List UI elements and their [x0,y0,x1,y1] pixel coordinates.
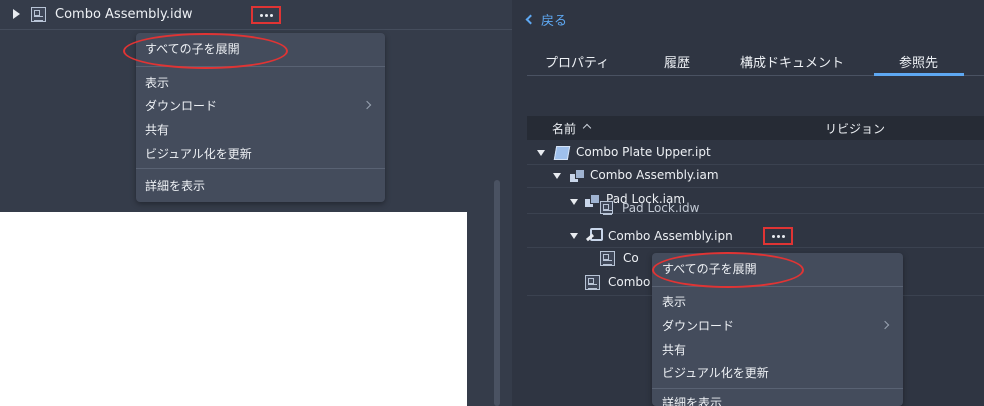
dot-icon [264,13,268,17]
tab-properties[interactable]: プロパティ [545,52,609,71]
table-row[interactable]: Combo Assembly.iam [527,164,984,188]
back-label: 戻る [541,14,568,29]
more-options-button[interactable] [763,227,793,245]
tab-history[interactable]: 履歴 [664,52,690,71]
blank-area [0,212,467,406]
chevron-left-icon [525,14,536,25]
table-row[interactable]: Combo Assembly.ipn [527,224,984,248]
menu-item-share[interactable]: 共有 [662,341,686,358]
more-options-button[interactable] [251,6,281,24]
chevron-right-icon [362,100,372,110]
drawing-file-icon [600,201,613,215]
dot-icon [771,234,775,238]
column-revision-header[interactable]: リビジョン [825,120,885,137]
expand-arrow-icon[interactable] [570,233,578,239]
scrollbar-thumb[interactable] [494,180,500,406]
menu-item-update-visualization[interactable]: ビジュアル化を更新 [145,145,252,162]
menu-divider [136,168,385,169]
row-label: Combo Plate Upper.ipt [576,145,711,159]
dot-icon [259,13,263,17]
drawing-file-icon [31,7,46,22]
tab-bar: プロパティ 履歴 構成ドキュメント 参照先 [527,44,984,76]
table-header: 名前 リビジョン [527,116,984,140]
highlight-ellipse [652,252,804,288]
expand-arrow-icon[interactable] [553,173,561,179]
drawing-file-icon [600,251,615,266]
expand-arrow-icon[interactable] [13,9,20,19]
dot-icon [781,234,785,238]
menu-item-share[interactable]: 共有 [145,121,169,138]
table-row[interactable]: Combo Plate Upper.ipt [527,141,984,165]
menu-item-download[interactable]: ダウンロード [145,97,217,114]
tab-components[interactable]: 構成ドキュメント [740,52,844,71]
active-tab-indicator [874,73,964,76]
menu-item-download[interactable]: ダウンロード [662,317,734,334]
menu-item-show-details[interactable]: 詳細を表示 [145,177,205,194]
row-label: Pad Lock.idw [622,201,700,215]
table-row[interactable]: Pad Lock.iam Pad Lock.idw [527,190,984,215]
sort-ascending-icon[interactable] [582,123,592,133]
dot-icon [269,13,273,17]
drawing-file-icon [585,275,600,290]
menu-item-show-details[interactable]: 詳細を表示 [662,394,722,406]
dot-icon [776,234,780,238]
part-file-icon [553,146,571,160]
file-name: Combo Assembly.idw [55,7,193,22]
expand-arrow-icon[interactable] [537,150,545,156]
assembly-file-icon [570,169,585,183]
row-label: Co [623,251,639,265]
back-link[interactable]: 戻る [525,10,568,29]
presentation-file-icon [586,228,603,243]
menu-item-update-visualization[interactable]: ビジュアル化を更新 [662,364,769,381]
menu-divider [652,388,903,389]
row-label: Combo [608,275,651,289]
column-name-header[interactable]: 名前 [552,120,576,137]
file-row[interactable]: Combo Assembly.idw [0,0,512,30]
menu-divider [652,286,903,287]
highlight-ellipse [123,33,288,69]
row-label: Combo Assembly.ipn [608,229,733,243]
tab-references[interactable]: 参照先 [899,52,938,71]
assembly-file-icon [585,194,600,208]
chevron-right-icon [880,320,890,330]
expand-arrow-icon[interactable] [570,199,578,205]
row-label: Combo Assembly.iam [590,168,719,182]
menu-item-view[interactable]: 表示 [145,74,169,91]
menu-item-view[interactable]: 表示 [662,293,686,310]
